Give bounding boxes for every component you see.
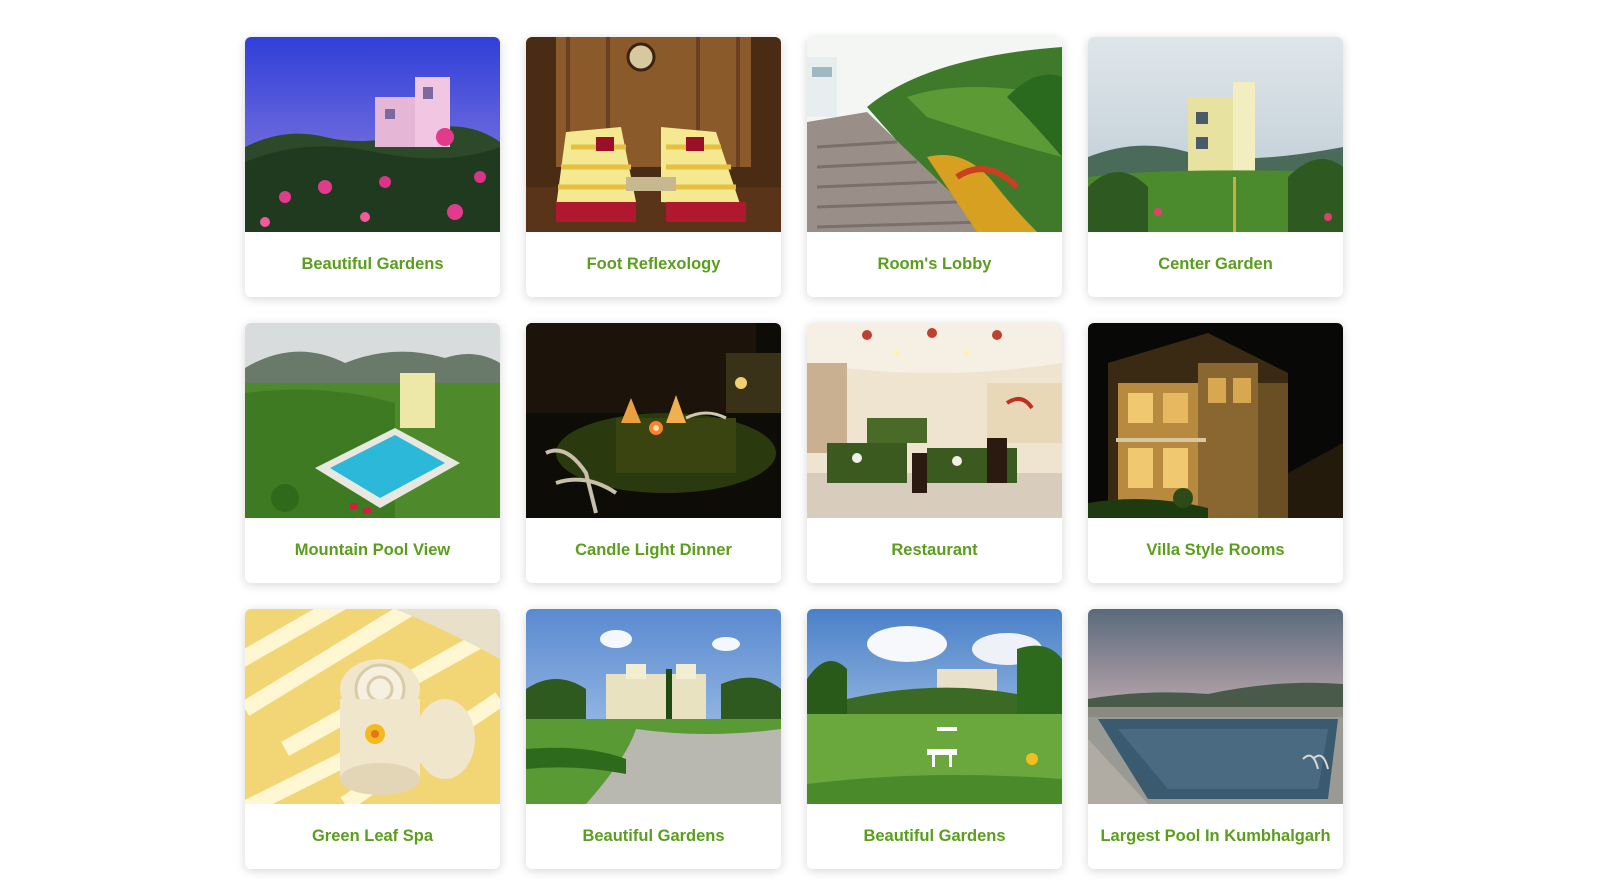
night-candle-table-photo[interactable] bbox=[526, 323, 781, 518]
card-caption[interactable]: Mountain Pool View bbox=[245, 518, 500, 583]
aerial-pool-mountains-photo[interactable] bbox=[245, 323, 500, 518]
card-caption[interactable]: Largest Pool In Kumbhalgarh bbox=[1088, 804, 1343, 869]
villas-at-night-photo[interactable] bbox=[1088, 323, 1343, 518]
photo-gallery: Beautiful Gardens Foot Reflexology Room'… bbox=[245, 37, 1343, 869]
pool-at-dusk-photo[interactable] bbox=[1088, 609, 1343, 804]
resort-driveway-garden-photo[interactable] bbox=[526, 609, 781, 804]
gallery-card[interactable]: Villa Style Rooms bbox=[1088, 323, 1343, 583]
card-caption[interactable]: Foot Reflexology bbox=[526, 232, 781, 297]
villa-with-pink-flowers-photo[interactable] bbox=[245, 37, 500, 232]
card-caption[interactable]: Restaurant bbox=[807, 518, 1062, 583]
gallery-card[interactable]: Beautiful Gardens bbox=[526, 609, 781, 869]
stone-pathway-plants-photo[interactable] bbox=[807, 37, 1062, 232]
gallery-card[interactable]: Beautiful Gardens bbox=[807, 609, 1062, 869]
spa-loungers-room-photo[interactable] bbox=[526, 37, 781, 232]
card-caption[interactable]: Room's Lobby bbox=[807, 232, 1062, 297]
card-caption[interactable]: Center Garden bbox=[1088, 232, 1343, 297]
lawn-with-tables-photo[interactable] bbox=[807, 609, 1062, 804]
card-caption[interactable]: Green Leaf Spa bbox=[245, 804, 500, 869]
gallery-card[interactable]: Beautiful Gardens bbox=[245, 37, 500, 297]
gallery-card[interactable]: Mountain Pool View bbox=[245, 323, 500, 583]
gallery-card[interactable]: Restaurant bbox=[807, 323, 1062, 583]
gallery-card[interactable]: Largest Pool In Kumbhalgarh bbox=[1088, 609, 1343, 869]
card-caption[interactable]: Beautiful Gardens bbox=[245, 232, 500, 297]
villa-lawn-garden-photo[interactable] bbox=[1088, 37, 1343, 232]
card-caption[interactable]: Villa Style Rooms bbox=[1088, 518, 1343, 583]
gallery-card[interactable]: Green Leaf Spa bbox=[245, 609, 500, 869]
card-caption[interactable]: Beautiful Gardens bbox=[526, 804, 781, 869]
card-caption[interactable]: Candle Light Dinner bbox=[526, 518, 781, 583]
gallery-card[interactable]: Center Garden bbox=[1088, 37, 1343, 297]
card-caption[interactable]: Beautiful Gardens bbox=[807, 804, 1062, 869]
restaurant-dining-hall-photo[interactable] bbox=[807, 323, 1062, 518]
gallery-card[interactable]: Room's Lobby bbox=[807, 37, 1062, 297]
gallery-card[interactable]: Foot Reflexology bbox=[526, 37, 781, 297]
rolled-towels-flower-photo[interactable] bbox=[245, 609, 500, 804]
gallery-card[interactable]: Candle Light Dinner bbox=[526, 323, 781, 583]
